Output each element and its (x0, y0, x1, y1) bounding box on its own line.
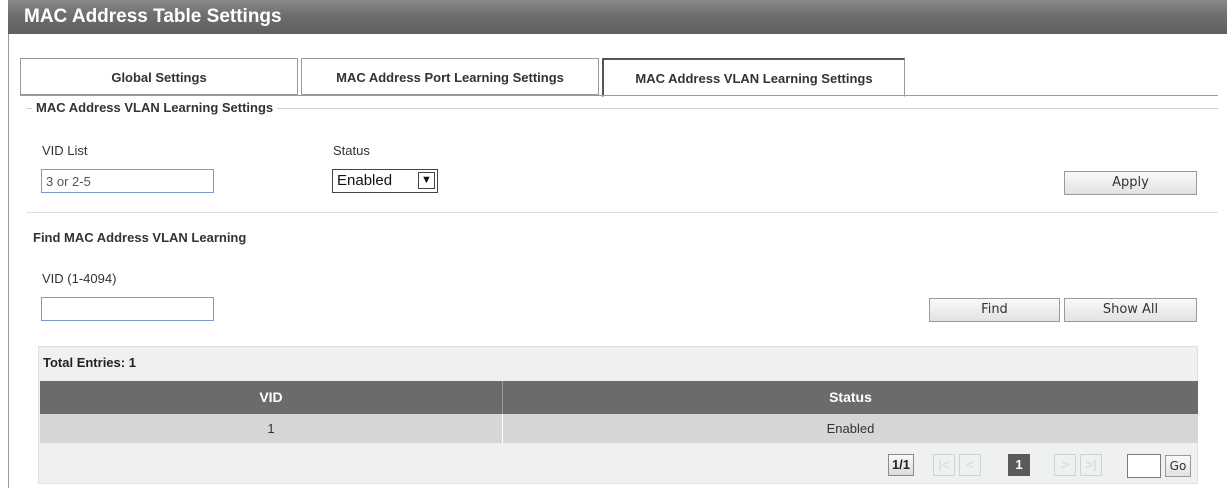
settings-fieldset (26, 108, 1218, 213)
settings-legend: MAC Address VLAN Learning Settings (32, 100, 278, 115)
go-button[interactable]: Go (1165, 455, 1191, 477)
status-select-value: Enabled (337, 172, 393, 189)
status-select[interactable]: Enabled ▼ (332, 169, 438, 193)
title-bar: MAC Address Table Settings (8, 0, 1227, 34)
tab-divider (20, 95, 1218, 96)
page-title: MAC Address Table Settings (24, 6, 282, 27)
show-all-button[interactable]: Show All (1064, 298, 1197, 322)
first-page-button[interactable]: |< (933, 454, 955, 476)
chevron-down-icon[interactable]: ▼ (418, 172, 435, 189)
prev-page-button[interactable]: < (959, 454, 981, 476)
cell-vid: 1 (267, 421, 275, 436)
total-entries: Total Entries: 1 (43, 355, 136, 370)
goto-page-input[interactable] (1127, 454, 1161, 478)
section-divider (26, 212, 1218, 213)
column-header-vid: VID (259, 389, 283, 405)
vid-search-input[interactable] (41, 297, 214, 321)
pagination: 1/1 |< < 1 > >| Go (39, 454, 1197, 478)
vid-list-label: VID List (42, 143, 88, 158)
current-page-button[interactable]: 1 (1008, 454, 1030, 476)
tab-mac-port-learning[interactable]: MAC Address Port Learning Settings (301, 58, 599, 95)
vid-list-input[interactable] (41, 169, 214, 193)
last-page-button[interactable]: >| (1080, 454, 1102, 476)
results-table: Total Entries: 1 VID Status 1 Enabled 1/… (38, 346, 1198, 484)
apply-button[interactable]: Apply (1064, 171, 1197, 195)
find-section-title: Find MAC Address VLAN Learning (33, 230, 247, 245)
tab-global-settings[interactable]: Global Settings (20, 58, 298, 95)
page-info: 1/1 (888, 454, 914, 476)
table-header: VID Status (40, 381, 1198, 414)
status-label: Status (333, 143, 370, 158)
column-header-status: Status (829, 389, 872, 405)
next-page-button[interactable]: > (1054, 454, 1076, 476)
vid-range-label: VID (1-4094) (42, 271, 117, 286)
find-button[interactable]: Find (929, 298, 1060, 322)
cell-status: Enabled (826, 421, 875, 436)
tab-mac-vlan-learning[interactable]: MAC Address VLAN Learning Settings (602, 58, 905, 97)
table-row: 1 Enabled (40, 414, 1198, 443)
